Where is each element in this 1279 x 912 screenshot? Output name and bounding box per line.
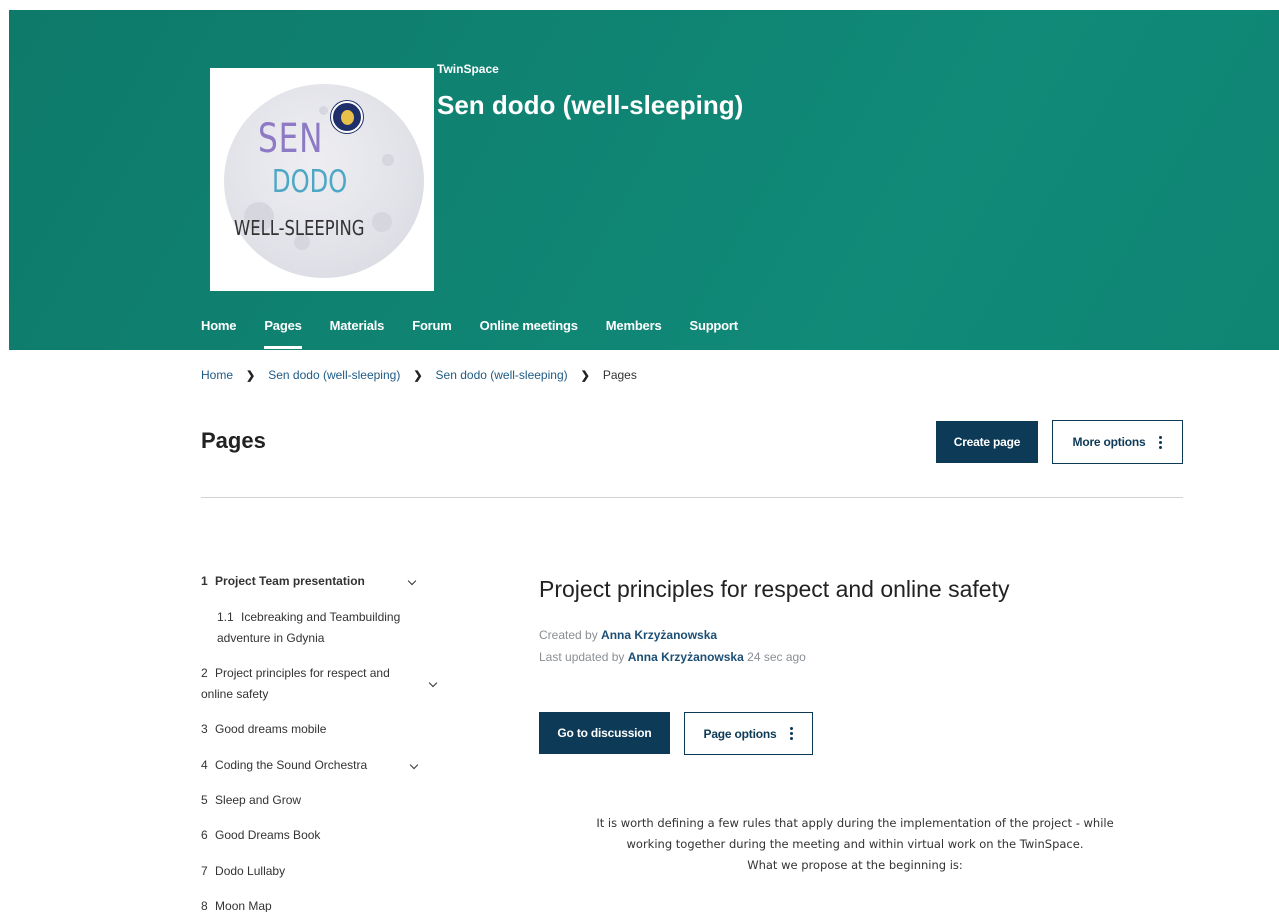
tree-item-1-1[interactable]: 1.1 Icebreaking and Teambuilding adventu… [217, 607, 447, 649]
chevron-right-icon: ❯ [580, 369, 590, 382]
tree-item-number: 2 [201, 666, 208, 680]
page-options-button[interactable]: Page options [684, 712, 813, 755]
app-label: TwinSpace [437, 62, 499, 76]
tree-item-label: Good Dreams Book [215, 828, 321, 842]
project-header: SEN DODO WELL-SLEEPING TwinSpace Sen dod… [9, 10, 1279, 350]
create-page-button[interactable]: Create page [936, 421, 1038, 463]
logo-text-dodo: DODO [272, 164, 348, 200]
tree-item-number: 8 [201, 899, 208, 912]
tree-item-number: 1.1 [217, 610, 234, 624]
document-title: Project principles for respect and onlin… [539, 576, 1010, 602]
page-title: Pages [201, 428, 266, 453]
kebab-menu-icon [1159, 435, 1163, 449]
chevron-right-icon: ❯ [413, 369, 423, 382]
tree-item-label: Moon Map [215, 899, 272, 912]
nav-pages[interactable]: Pages [264, 318, 302, 349]
nav-online-meetings[interactable]: Online meetings [480, 318, 578, 333]
created-by: Created by Anna Krzyżanowska [539, 628, 717, 642]
chevron-down-icon[interactable] [407, 576, 417, 586]
tree-item-7[interactable]: 7 Dodo Lullaby [201, 860, 285, 882]
updated-prefix: Last updated by [539, 650, 625, 664]
main-nav: Home Pages Materials Forum Online meetin… [201, 318, 766, 349]
breadcrumb-home[interactable]: Home [201, 368, 233, 382]
body-line: What we propose at the beginning is: [747, 858, 963, 872]
logo-text-well-sleeping: WELL-SLEEPING [234, 216, 365, 240]
nav-materials[interactable]: Materials [330, 318, 385, 333]
tree-item-label: Project principles for respect and onlin… [201, 666, 390, 701]
tree-item-5[interactable]: 5 Sleep and Grow [201, 789, 301, 811]
go-to-discussion-button[interactable]: Go to discussion [539, 712, 670, 754]
project-logo: SEN DODO WELL-SLEEPING [210, 68, 434, 291]
tree-item-label: Sleep and Grow [215, 793, 302, 807]
divider [201, 497, 1183, 498]
tree-item-number: 1 [201, 574, 208, 588]
logo-text-sen: SEN [258, 116, 324, 162]
body-line: It is worth defining a few rules that ap… [596, 816, 1114, 830]
nav-members[interactable]: Members [606, 318, 662, 333]
document-body: It is worth defining a few rules that ap… [520, 813, 1190, 876]
tree-item-label: Dodo Lullaby [215, 864, 286, 878]
tree-item-8[interactable]: 8 Moon Map [201, 895, 272, 912]
last-updated: Last updated by Anna Krzyżanowska 24 sec… [539, 650, 806, 664]
tree-item-number: 5 [201, 793, 208, 807]
tree-item-number: 3 [201, 722, 208, 736]
tree-item-number: 4 [201, 758, 208, 772]
tree-item-6[interactable]: 6 Good Dreams Book [201, 824, 320, 846]
tree-item-4[interactable]: 4 Coding the Sound Orchestra [201, 754, 367, 776]
tree-item-label: Project Team presentation [215, 574, 365, 588]
breadcrumb: Home ❯ Sen dodo (well-sleeping) ❯ Sen do… [201, 368, 637, 382]
created-prefix: Created by [539, 628, 598, 642]
tree-item-label: Coding the Sound Orchestra [215, 758, 368, 772]
go-to-discussion-label: Go to discussion [557, 726, 652, 740]
updated-by-author[interactable]: Anna Krzyżanowska [628, 650, 744, 664]
nav-home[interactable]: Home [201, 318, 237, 333]
tree-item-number: 7 [201, 864, 208, 878]
tree-item-1[interactable]: 1 Project Team presentation [201, 570, 365, 592]
breadcrumb-project-space[interactable]: Sen dodo (well-sleeping) [436, 368, 568, 382]
page-options-label: Page options [703, 726, 777, 741]
chevron-right-icon: ❯ [246, 369, 256, 382]
body-line: working together during the meeting and … [626, 837, 1084, 851]
tree-item-number: 6 [201, 828, 208, 842]
nav-support[interactable]: Support [689, 318, 738, 333]
create-page-label: Create page [953, 435, 1021, 449]
chevron-down-icon[interactable] [428, 678, 438, 688]
created-by-author[interactable]: Anna Krzyżanowska [601, 628, 717, 642]
kebab-menu-icon [790, 727, 794, 740]
tree-item-label: Icebreaking and Teambuilding adventure i… [217, 610, 401, 645]
nav-forum[interactable]: Forum [412, 318, 452, 333]
breadcrumb-current: Pages [602, 368, 637, 382]
moon-badge-icon [331, 101, 363, 133]
chevron-down-icon[interactable] [409, 760, 419, 770]
project-title: Sen dodo (well-sleeping) [437, 90, 744, 120]
breadcrumb-project[interactable]: Sen dodo (well-sleeping) [268, 368, 400, 382]
tree-item-3[interactable]: 3 Good dreams mobile [201, 718, 326, 740]
more-options-label: More options [1072, 435, 1146, 449]
tree-item-2[interactable]: 2 Project principles for respect and onl… [201, 663, 401, 705]
updated-time: 24 sec ago [747, 650, 806, 664]
more-options-button[interactable]: More options [1052, 420, 1183, 464]
tree-item-label: Good dreams mobile [215, 722, 327, 736]
